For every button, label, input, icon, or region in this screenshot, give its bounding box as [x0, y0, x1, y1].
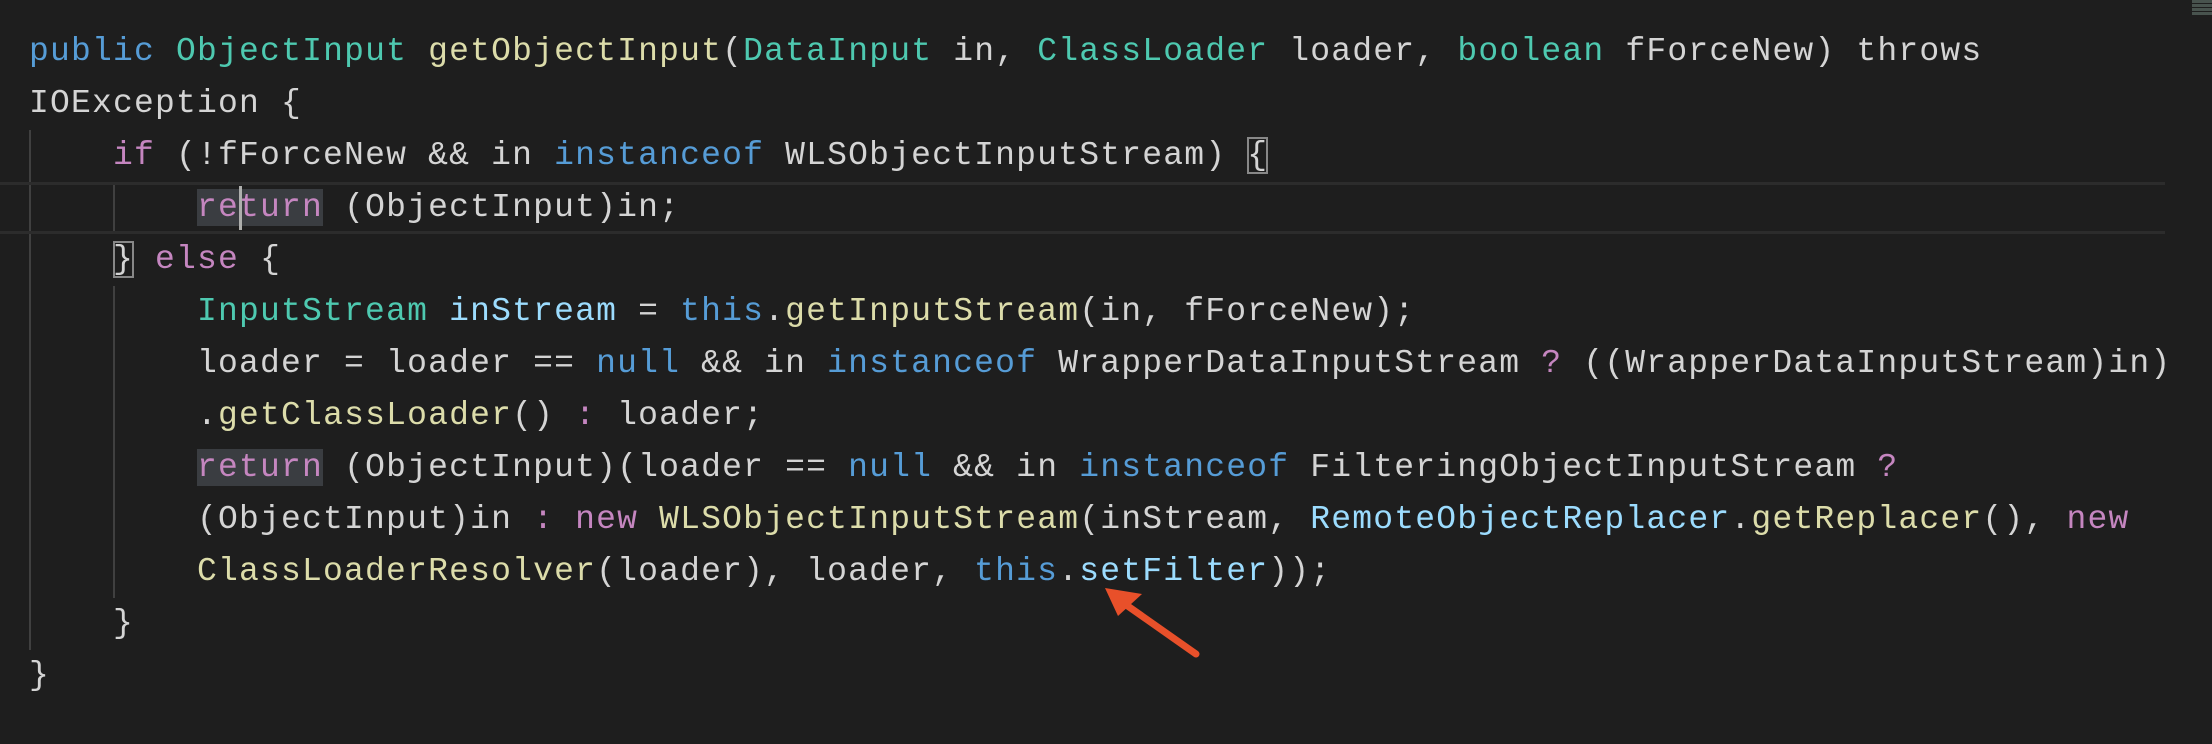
- annotation-arrow-icon: [1105, 588, 1200, 658]
- text-cursor: [239, 186, 242, 230]
